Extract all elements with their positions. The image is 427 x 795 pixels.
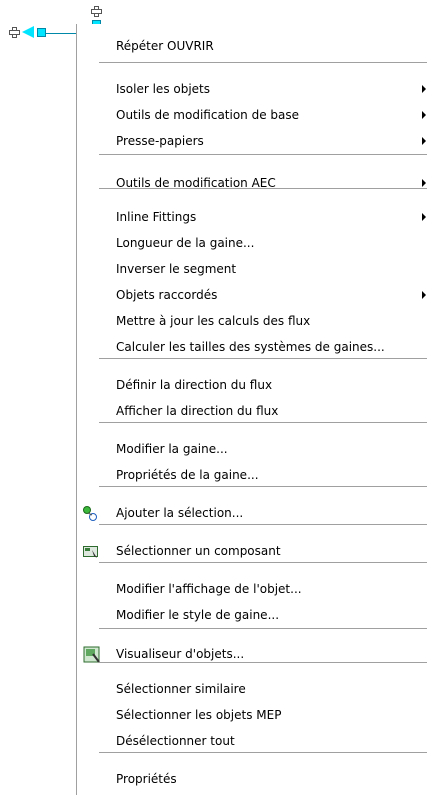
menu-item-13[interactable]: Modifier la gaine... [77,436,427,462]
menu-item-0[interactable]: Répéter OUVRIR [77,33,427,59]
menu-separator [99,486,427,487]
menu-item-label: Modifier la gaine... [116,442,228,456]
menu-item-label: Ajouter la sélection... [116,506,244,520]
submenu-arrow-icon [422,111,426,119]
menu-item-label: Définir la direction du flux [116,378,273,392]
menu-separator [99,422,427,423]
menu-item-label: Inverser le segment [116,262,237,276]
menu-item-22[interactable]: Désélectionner tout [77,728,427,754]
submenu-arrow-icon [422,291,426,299]
menu-item-label: Outils de modification AEC [116,176,276,190]
menu-item-label: Mettre à jour les calculs des flux [116,314,311,328]
menu-item-8[interactable]: Objets raccordés [77,282,427,308]
menu-item-11[interactable]: Définir la direction du flux [77,372,427,398]
menu-item-label: Presse-papiers [116,134,204,148]
menu-item-9[interactable]: Mettre à jour les calculs des flux [77,308,427,334]
menu-item-label: Visualiseur d'objets... [116,647,245,661]
menu-separator [99,524,427,525]
menu-item-14[interactable]: Propriétés de la gaine... [77,462,427,488]
menu-separator [99,628,427,629]
menu-item-1[interactable]: Isoler les objets [77,76,427,102]
menu-item-label: Sélectionner un composant [116,544,281,558]
menu-item-7[interactable]: Inverser le segment [77,256,427,282]
menu-separator [99,62,427,63]
menu-item-label: Propriétés [116,772,177,786]
menu-separator [99,154,427,155]
flow-arrow-left-grip[interactable] [22,26,34,38]
context-menu: Répéter OUVRIR Isoler les objets Outils de… [76,24,427,795]
menu-item-4[interactable]: Outils de modification AEC [77,170,427,196]
object-viewer-icon [83,646,100,663]
menu-item-label: Sélectionner similaire [116,682,246,696]
menu-item-3[interactable]: Presse-papiers [77,128,427,154]
menu-item-23[interactable]: Propriétés [77,766,427,792]
menu-item-label: Objets raccordés [116,288,218,302]
add-selection-icon [83,505,99,521]
submenu-arrow-icon [422,85,426,93]
menu-item-label: Modifier le style de gaine... [116,608,280,622]
menu-item-20[interactable]: Sélectionner similaire [77,676,427,702]
menu-item-label: Outils de modification de base [116,108,300,122]
duct-endpoint-grip[interactable] [37,28,46,37]
menu-item-5[interactable]: Inline Fittings [77,204,427,230]
menu-item-label: Longueur de la gaine... [116,236,255,250]
menu-item-10[interactable]: Calculer les tailles des systèmes de gai… [77,334,427,360]
menu-item-18[interactable]: Modifier le style de gaine... [77,602,427,628]
submenu-arrow-icon [422,179,426,187]
menu-item-label: Inline Fittings [116,210,197,224]
submenu-arrow-icon [422,137,426,145]
menu-item-label: Isoler les objets [116,82,211,96]
menu-item-21[interactable]: Sélectionner les objets MEP [77,702,427,728]
menu-item-label: Propriétés de la gaine... [116,468,259,482]
select-component-icon [83,543,99,559]
menu-item-12[interactable]: Afficher la direction du flux [77,398,427,424]
menu-item-label: Calculer les tailles des systèmes de gai… [116,340,385,354]
menu-separator [99,662,427,663]
add-grip-icon-top[interactable] [91,6,102,17]
menu-separator [99,188,427,189]
menu-item-2[interactable]: Outils de modification de base [77,102,427,128]
menu-item-label: Afficher la direction du flux [116,404,279,418]
menu-item-15[interactable]: Ajouter la sélection... [77,500,427,526]
menu-item-label: Sélectionner les objets MEP [116,708,282,722]
menu-item-17[interactable]: Modifier l'affichage de l'objet... [77,576,427,602]
menu-separator [99,562,427,563]
menu-item-label: Modifier l'affichage de l'objet... [116,582,302,596]
menu-separator [99,752,427,753]
menu-item-label: Désélectionner tout [116,734,235,748]
menu-item-6[interactable]: Longueur de la gaine... [77,230,427,256]
menu-item-label: Répéter OUVRIR [116,39,214,53]
menu-item-16[interactable]: Sélectionner un composant [77,538,427,564]
submenu-arrow-icon [422,213,426,221]
menu-item-19[interactable]: Visualiseur d'objets... [77,641,427,667]
add-grip-icon[interactable] [9,27,20,38]
menu-separator [99,358,427,359]
